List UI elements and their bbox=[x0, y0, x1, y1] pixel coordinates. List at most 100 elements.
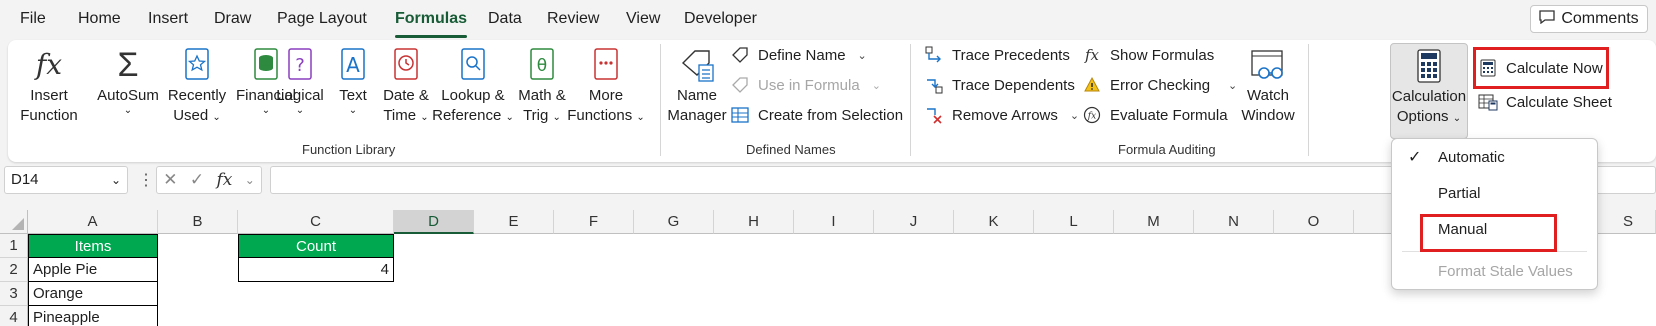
trace-dependents-button[interactable]: Trace Dependents bbox=[924, 73, 1075, 97]
format-stale-values-label: Format Stale Values bbox=[1438, 263, 1573, 280]
chevron-down-icon[interactable]: ⌄ bbox=[111, 167, 121, 193]
column-header[interactable]: O bbox=[1274, 210, 1354, 234]
tab-draw[interactable]: Draw bbox=[214, 10, 251, 38]
group-divider bbox=[1308, 44, 1309, 156]
more-functions-label-1: More bbox=[588, 87, 624, 104]
insert-function-button[interactable]: fx Insert Function bbox=[18, 46, 80, 126]
column-header[interactable]: F bbox=[554, 210, 634, 234]
date-time-label-2: Time ⌄ bbox=[383, 107, 429, 124]
use-in-formula-label: Use in Formula bbox=[758, 76, 860, 94]
error-checking-button[interactable]: Error Checking ⌄ bbox=[1082, 73, 1237, 97]
show-formulas-button[interactable]: fx Show Formulas bbox=[1082, 43, 1214, 67]
text-button[interactable]: A Text ⌄ bbox=[331, 46, 375, 116]
tab-page-layout[interactable]: Page Layout bbox=[277, 10, 367, 38]
table-grid-icon bbox=[730, 105, 750, 125]
column-header[interactable]: A bbox=[28, 210, 158, 234]
chevron-down-icon: ⌄ bbox=[857, 49, 867, 62]
lookup-reference-button[interactable]: Lookup & Reference ⌄ bbox=[432, 46, 514, 126]
math-trig-button[interactable]: θ Math & Trig ⌄ bbox=[512, 46, 572, 126]
chevron-down-icon: ⌄ bbox=[348, 105, 358, 116]
magnifier-book-icon bbox=[455, 46, 491, 84]
row-header[interactable]: 1 bbox=[0, 234, 28, 258]
remove-arrows-icon bbox=[924, 105, 944, 125]
name-box[interactable]: D14 ⌄ bbox=[4, 166, 128, 194]
show-formulas-label: Show Formulas bbox=[1110, 46, 1215, 64]
column-header[interactable]: B bbox=[158, 210, 238, 234]
cell-A1[interactable]: Items bbox=[28, 234, 158, 258]
cancel-icon[interactable]: ✕ bbox=[163, 170, 177, 190]
column-header[interactable]: E bbox=[474, 210, 554, 234]
comments-button[interactable]: Comments bbox=[1530, 5, 1648, 33]
more-functions-button[interactable]: More Functions ⌄ bbox=[566, 46, 646, 126]
cell-A2[interactable]: Apple Pie bbox=[28, 258, 158, 282]
logical-button[interactable]: ? Logical ⌄ bbox=[272, 46, 328, 116]
column-header[interactable]: K bbox=[954, 210, 1034, 234]
column-header[interactable]: N bbox=[1194, 210, 1274, 234]
column-header[interactable]: C bbox=[238, 210, 394, 234]
text-label: Text bbox=[339, 87, 367, 104]
tab-view[interactable]: View bbox=[626, 10, 660, 38]
watch-window-button[interactable]: Watch Window bbox=[1236, 46, 1300, 126]
tab-data[interactable]: Data bbox=[488, 10, 522, 38]
row-header[interactable]: 2 bbox=[0, 258, 28, 282]
cell-C2[interactable]: 4 bbox=[238, 258, 394, 282]
name-manager-button[interactable]: Name Manager bbox=[666, 46, 728, 126]
menu-item-format-stale-values[interactable]: Format Stale Values bbox=[1392, 257, 1597, 287]
select-all-corner[interactable] bbox=[0, 210, 28, 234]
tab-home[interactable]: Home bbox=[78, 10, 121, 38]
tag-icon bbox=[730, 45, 750, 65]
menu-item-partial[interactable]: Partial bbox=[1392, 179, 1597, 209]
recently-used-button[interactable]: Recently Used ⌄ bbox=[162, 46, 232, 126]
column-header[interactable]: H bbox=[714, 210, 794, 234]
remove-arrows-button[interactable]: Remove Arrows ⌄ bbox=[924, 103, 1079, 127]
cell-A3[interactable]: Orange bbox=[28, 282, 158, 306]
autosum-button[interactable]: Σ AutoSum ⌄ bbox=[94, 46, 162, 116]
comments-label: Comments bbox=[1561, 10, 1639, 27]
create-from-selection-button[interactable]: Create from Selection bbox=[730, 103, 903, 127]
tab-review[interactable]: Review bbox=[547, 10, 599, 38]
tab-insert[interactable]: Insert bbox=[148, 10, 188, 38]
tab-file[interactable]: File bbox=[20, 10, 46, 38]
chevron-down-icon[interactable]: ⌄ bbox=[245, 173, 255, 187]
evaluate-formula-button[interactable]: fx Evaluate Formula bbox=[1082, 103, 1228, 127]
column-header-selected[interactable]: D bbox=[394, 210, 474, 234]
menu-bar: File Home Insert Draw Page Layout Formul… bbox=[0, 0, 1656, 40]
trace-precedents-button[interactable]: Trace Precedents bbox=[924, 43, 1070, 67]
column-header[interactable]: L bbox=[1034, 210, 1114, 234]
cell-C1[interactable]: Count bbox=[238, 234, 394, 258]
cell-A4[interactable]: Pineapple bbox=[28, 306, 158, 326]
chevron-down-icon: ⌄ bbox=[871, 79, 881, 92]
tab-developer[interactable]: Developer bbox=[684, 10, 757, 38]
row-header[interactable]: 4 bbox=[0, 306, 28, 326]
calculate-sheet-button[interactable]: Calculate Sheet bbox=[1478, 90, 1612, 114]
calculate-now-label: Calculate Now bbox=[1506, 59, 1603, 77]
column-header[interactable]: M bbox=[1114, 210, 1194, 234]
calculator-icon bbox=[1411, 47, 1447, 85]
tab-formulas[interactable]: Formulas bbox=[395, 10, 468, 38]
tag-fx-icon bbox=[730, 75, 750, 95]
define-name-button[interactable]: Define Name ⌄ bbox=[730, 43, 867, 67]
menu-divider bbox=[1402, 251, 1587, 252]
enter-icon[interactable]: ✓ bbox=[190, 170, 204, 190]
calculation-options-menu: ✓ Automatic Partial Manual Format Stale … bbox=[1391, 138, 1598, 290]
date-time-button[interactable]: Date & Time ⌄ bbox=[378, 46, 434, 126]
row-header[interactable]: 3 bbox=[0, 282, 28, 306]
menu-item-automatic[interactable]: ✓ Automatic bbox=[1392, 143, 1597, 173]
calculation-options-button[interactable]: Calculation Options ⌄ bbox=[1390, 43, 1468, 139]
column-header[interactable]: G bbox=[634, 210, 714, 234]
trace-dependents-icon bbox=[924, 75, 944, 95]
column-header[interactable]: I bbox=[794, 210, 874, 234]
date-time-label-1: Date & bbox=[383, 87, 429, 104]
function-library-group-label: Function Library bbox=[302, 142, 396, 157]
more-options-icon[interactable]: ⋮ bbox=[138, 170, 154, 190]
evaluate-formula-icon: fx bbox=[1082, 105, 1102, 125]
insert-function-icon[interactable]: fx bbox=[216, 170, 232, 190]
fx-icon: fx bbox=[35, 48, 63, 81]
calculate-now-button[interactable]: Calculate Now bbox=[1478, 56, 1603, 80]
menu-item-manual[interactable]: Manual bbox=[1392, 215, 1597, 245]
column-header[interactable]: J bbox=[874, 210, 954, 234]
use-in-formula-button[interactable]: Use in Formula ⌄ bbox=[730, 73, 881, 97]
svg-text:A: A bbox=[346, 53, 360, 77]
formula-buttons: ✕ ✓ fx ⌄ bbox=[156, 166, 262, 194]
insert-function-label-2: Function bbox=[20, 107, 78, 124]
